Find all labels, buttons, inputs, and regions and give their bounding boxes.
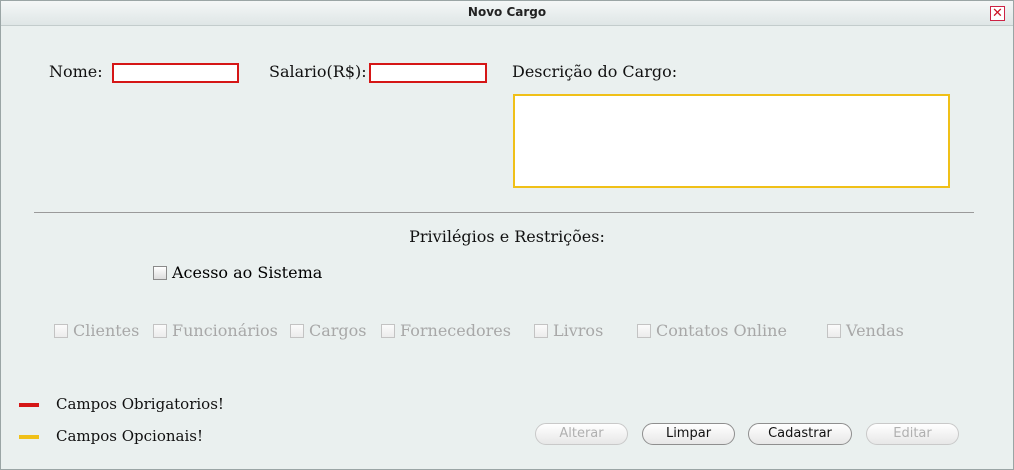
descricao-label: Descrição do Cargo:: [512, 62, 678, 81]
checkbox-box[interactable]: [534, 323, 548, 338]
funcionarios-label: Funcionários: [172, 321, 278, 340]
vendas-label: Vendas: [846, 321, 904, 340]
cadastrar-button[interactable]: Cadastrar: [748, 423, 852, 445]
title-bar[interactable]: Novo Cargo ✕: [1, 1, 1013, 26]
acesso-sistema-label: Acesso ao Sistema: [172, 263, 323, 282]
required-legend-line: [19, 403, 39, 407]
optional-legend-line: [19, 435, 39, 439]
clientes-checkbox[interactable]: Clientes: [54, 321, 139, 340]
cargos-label: Cargos: [309, 321, 367, 340]
cargos-checkbox[interactable]: Cargos: [290, 321, 367, 340]
vendas-checkbox[interactable]: Vendas: [827, 321, 904, 340]
checkbox-box[interactable]: [637, 323, 651, 338]
descricao-textarea[interactable]: [513, 94, 950, 188]
salario-input[interactable]: [369, 63, 487, 83]
privileges-title: Privilégios e Restrições:: [409, 227, 605, 246]
alterar-button[interactable]: Alterar: [535, 423, 628, 445]
checkbox-box[interactable]: [153, 265, 167, 280]
checkbox-box[interactable]: [290, 323, 304, 338]
funcionarios-checkbox[interactable]: Funcionários: [153, 321, 278, 340]
nome-label: Nome:: [49, 62, 103, 81]
nome-input[interactable]: [112, 63, 239, 83]
fornecedores-checkbox[interactable]: Fornecedores: [381, 321, 511, 340]
livros-checkbox[interactable]: Livros: [534, 321, 603, 340]
fornecedores-label: Fornecedores: [400, 321, 511, 340]
checkbox-box[interactable]: [54, 323, 68, 338]
clientes-label: Clientes: [73, 321, 140, 340]
close-icon[interactable]: ✕: [990, 6, 1005, 21]
window-title: Novo Cargo: [467, 5, 547, 19]
acesso-sistema-checkbox[interactable]: Acesso ao Sistema: [153, 263, 322, 282]
salario-label: Salario(R$):: [269, 62, 367, 81]
checkbox-box[interactable]: [153, 323, 167, 338]
optional-legend-label: Campos Opcionais!: [56, 427, 203, 445]
checkbox-box[interactable]: [827, 323, 841, 338]
contatos-online-checkbox[interactable]: Contatos Online: [637, 321, 787, 340]
checkbox-box[interactable]: [381, 323, 395, 338]
required-legend-label: Campos Obrigatorios!: [56, 395, 224, 413]
limpar-button[interactable]: Limpar: [642, 423, 735, 445]
editar-button[interactable]: Editar: [866, 423, 959, 445]
novo-cargo-window: Novo Cargo ✕ Nome: Salario(R$): Descriçã…: [0, 0, 1014, 470]
livros-label: Livros: [553, 321, 604, 340]
contatos-online-label: Contatos Online: [656, 321, 787, 340]
separator: [34, 212, 974, 213]
